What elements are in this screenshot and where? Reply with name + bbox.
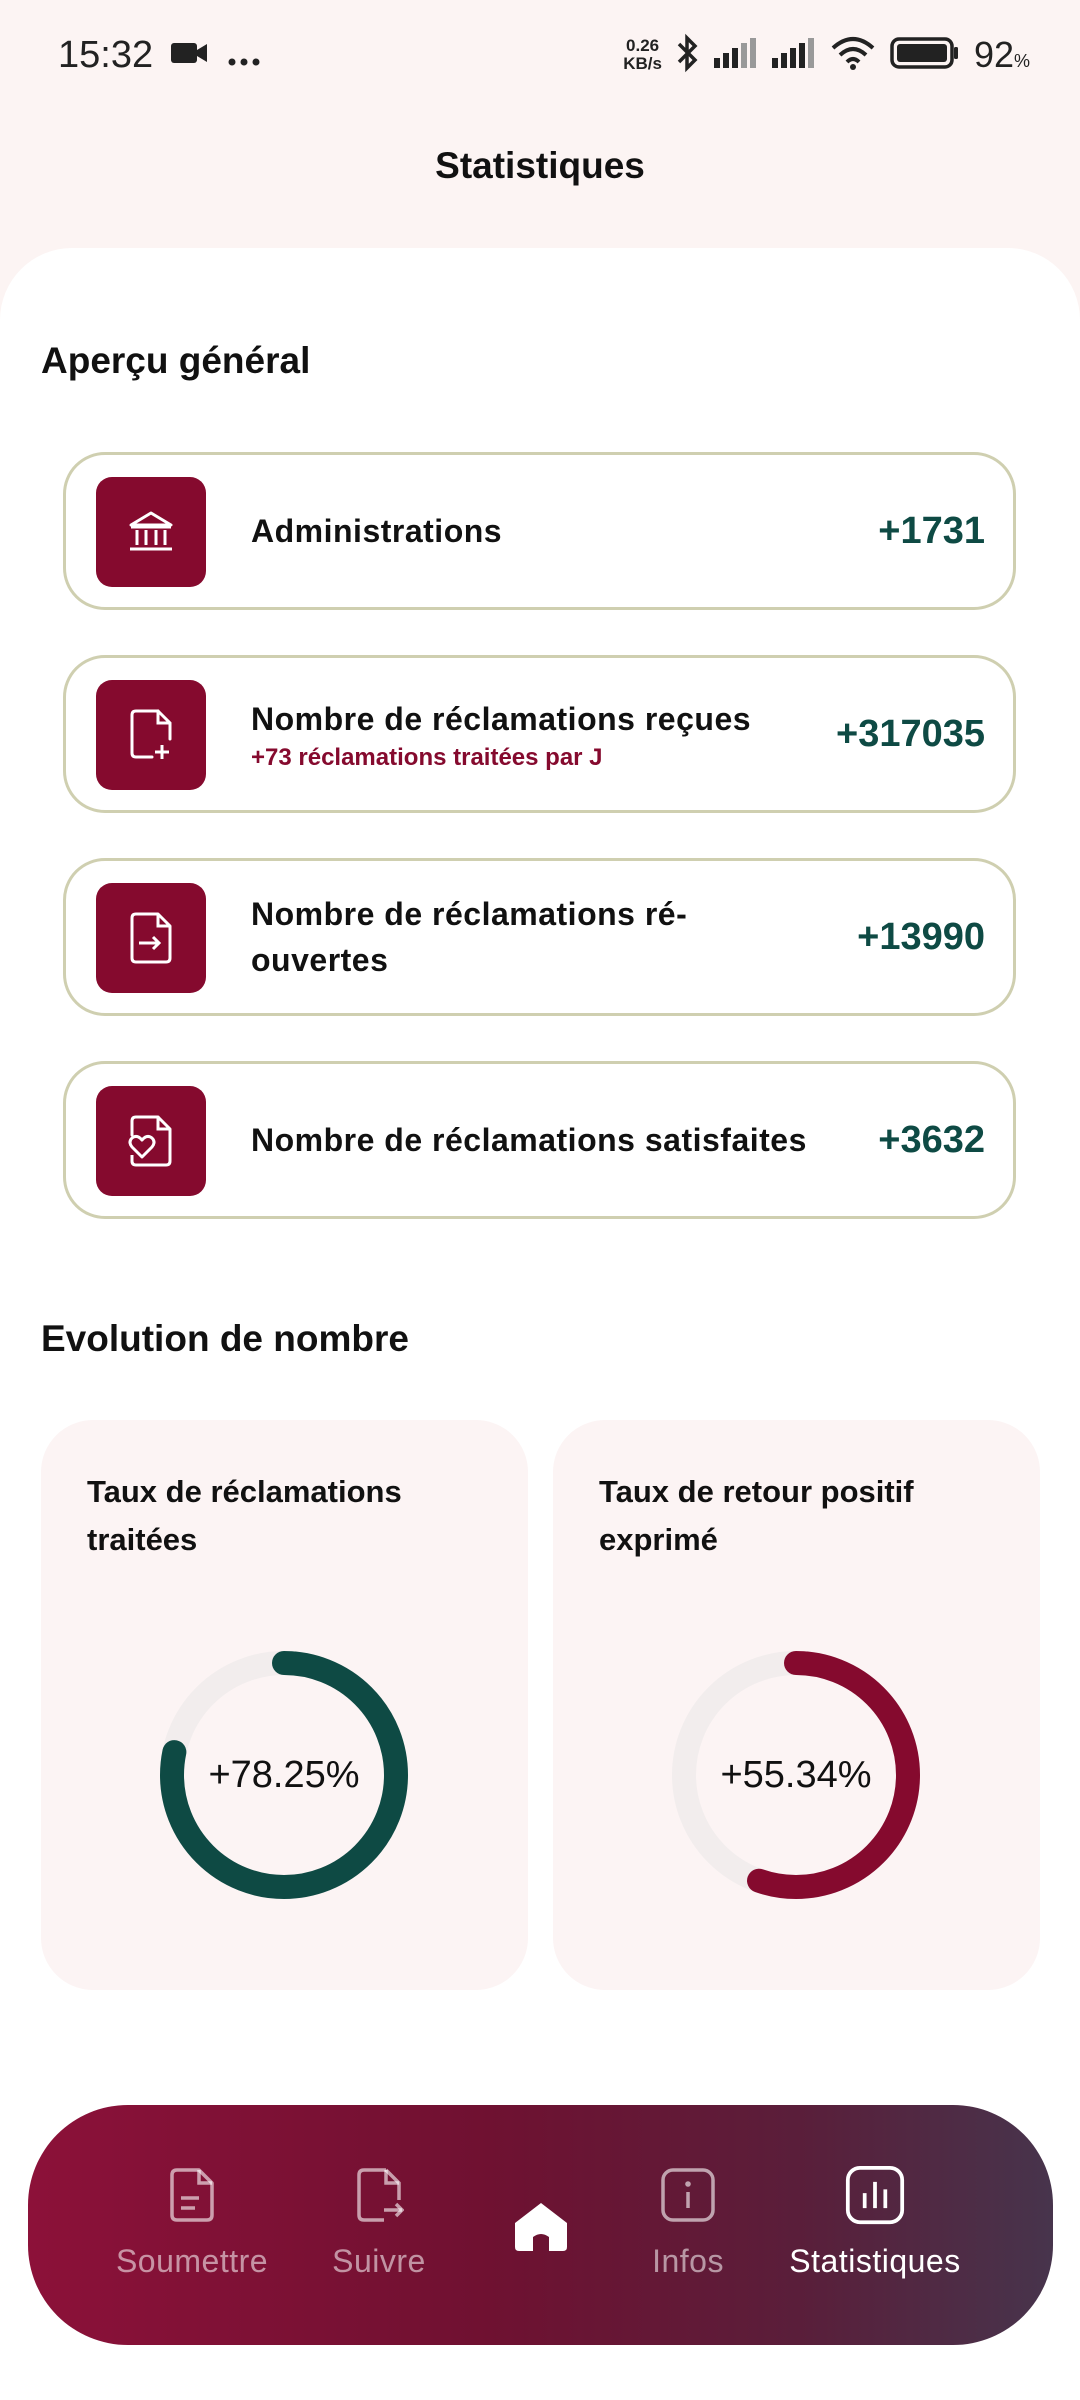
nav-label: Soumettre — [115, 2243, 269, 2279]
stat-texts: Nombre de réclamations ré-ouvertes — [251, 861, 813, 1013]
status-right: 0.26 KB/s 92% — [623, 33, 1030, 78]
file-text-icon — [162, 2165, 222, 2225]
net-speed-value: 0.26 — [626, 36, 660, 55]
stat-card-reopened[interactable]: Nombre de réclamations ré-ouvertes +1399… — [63, 858, 1016, 1016]
stat-texts: Nombre de réclamations reçues +73 réclam… — [251, 658, 813, 810]
stat-value: +317035 — [836, 712, 985, 755]
bank-icon — [96, 477, 206, 587]
bottom-nav-bar: Soumettre Suivre Infos Statistiques — [28, 2105, 1053, 2345]
rate-value: +78.25% — [208, 1753, 360, 1796]
wifi-icon — [830, 36, 876, 75]
status-left: 15:32 — [58, 34, 261, 77]
stat-texts: Nombre de réclamations satisfaites — [251, 1064, 813, 1216]
file-export-icon — [349, 2165, 409, 2225]
stat-card-received[interactable]: Nombre de réclamations reçues +73 réclam… — [63, 655, 1016, 813]
file-heart-icon — [96, 1086, 206, 1196]
page-title: Statistiques — [435, 145, 645, 186]
home-icon — [511, 2197, 571, 2257]
nav-label: Infos — [652, 2243, 724, 2279]
battery-percent: 92 — [973, 34, 1014, 75]
nav-item-infos[interactable]: Infos — [593, 2105, 783, 2345]
stat-label: Administrations — [251, 513, 503, 549]
rate-card-processed: Taux de réclamations traitées +78.25% — [41, 1420, 528, 1990]
file-add-icon — [96, 680, 206, 790]
video-camera-icon — [171, 34, 209, 77]
bar-chart-icon — [845, 2165, 905, 2225]
rate-title: Taux de réclamations traitées — [87, 1474, 402, 1557]
net-speed-unit: KB/s — [623, 54, 662, 73]
status-bar: 15:32 0.26 KB/s 92% — [0, 0, 1080, 110]
rate-card-positive: Taux de retour positif exprimé +55.34% — [553, 1420, 1040, 1990]
stat-value: +1731 — [878, 509, 985, 552]
nav-label: Statistiques — [789, 2243, 961, 2279]
rate-value: +55.34% — [720, 1753, 872, 1796]
stat-label: Nombre de réclamations satisfaites — [251, 1122, 807, 1158]
stat-card-satisfied[interactable]: Nombre de réclamations satisfaites +3632 — [63, 1061, 1016, 1219]
file-import-icon — [96, 883, 206, 993]
stat-card-administrations[interactable]: Administrations +1731 — [63, 452, 1016, 610]
info-icon — [658, 2165, 718, 2225]
status-time: 15:32 — [58, 33, 154, 76]
stat-value: +3632 — [878, 1118, 985, 1161]
signal-icon-2 — [771, 37, 816, 73]
stat-sublabel: +73 réclamations traitées par J — [251, 744, 603, 771]
battery-unit: % — [1013, 51, 1030, 71]
overview-title: Aperçu général — [41, 340, 311, 381]
nav-item-soumettre[interactable]: Soumettre — [97, 2105, 287, 2345]
rate-title: Taux de retour positif exprimé — [599, 1474, 914, 1557]
stat-value: +13990 — [857, 915, 985, 958]
battery-icon — [890, 36, 960, 74]
battery-level: 92% — [974, 34, 1030, 76]
stat-label: Nombre de réclamations reçues — [251, 701, 752, 737]
bluetooth-icon — [676, 33, 700, 78]
stat-label: Nombre de réclamations ré-ouvertes — [251, 896, 688, 978]
evolution-title: Evolution de nombre — [41, 1318, 409, 1359]
nav-item-statistiques[interactable]: Statistiques — [780, 2105, 970, 2345]
more-dots-icon — [227, 34, 261, 77]
network-speed: 0.26 KB/s — [623, 37, 662, 73]
signal-icon — [713, 37, 758, 73]
stat-texts: Administrations — [251, 455, 813, 607]
nav-label: Suivre — [332, 2243, 426, 2279]
